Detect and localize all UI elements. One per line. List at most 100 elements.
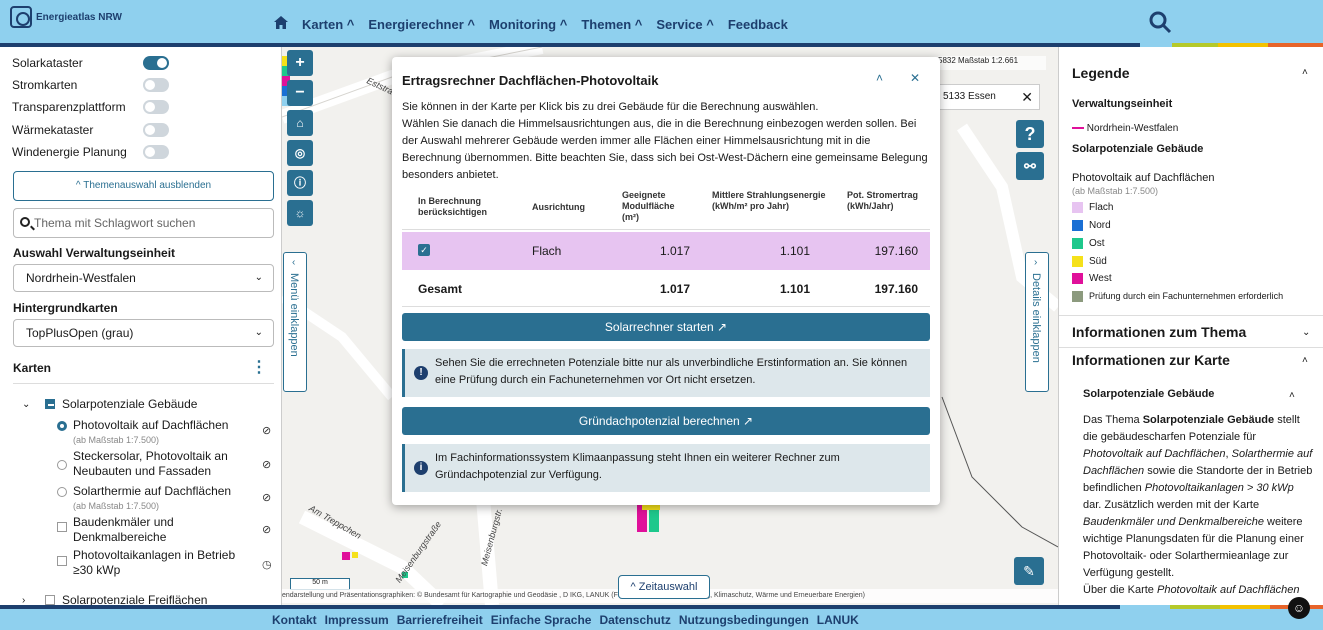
footer-link-barrierefreiheit[interactable]: Barrierefreiheit [397, 613, 483, 627]
nav-monitoring[interactable]: Monitoring ^ [489, 17, 567, 32]
background-map-value: TopPlusOpen (grau) [26, 326, 134, 340]
toggle-stromkarten[interactable] [143, 78, 169, 92]
theme-search-input[interactable]: Thema mit Schlagwort suchen [13, 208, 274, 238]
toggle-label: Solarkataster [12, 56, 83, 70]
accessibility-icon[interactable]: ☺ [1288, 597, 1310, 619]
chevron-up-icon[interactable]: ˄ [1289, 390, 1295, 401]
legend-label: Nordrhein-Westfalen [1086, 123, 1179, 134]
group-freiflaechen-label: Solarpotenziale Freiflächen [62, 593, 208, 605]
checkbox-pv-anlagen[interactable] [57, 556, 67, 566]
chevron-up-icon[interactable]: ˄ [1302, 67, 1308, 78]
visibility-off-icon[interactable]: ⊘ [262, 458, 271, 471]
total-ertrag: 197.160 [874, 282, 918, 296]
chevron-down-icon[interactable]: ⌄ [1302, 327, 1310, 338]
start-solar-calculator-button[interactable]: Solarrechner starten ↗ [402, 313, 930, 341]
collapse-details-tab[interactable]: › Details einklappen [1025, 252, 1049, 392]
radio-pv-roofs[interactable] [57, 421, 67, 431]
close-icon[interactable]: ✕ [1021, 85, 1033, 109]
toggle-windenergie[interactable] [143, 145, 169, 159]
info-topic-heading[interactable]: Informationen zum Thema [1072, 324, 1246, 340]
info-icon: i [414, 461, 428, 475]
close-icon[interactable]: ✕ [910, 71, 920, 85]
hide-themes-button[interactable]: ^ Themenauswahl ausblenden [13, 171, 274, 201]
background-maps-label: Hintergrundkarten [13, 301, 118, 315]
nrw-crest-icon [10, 6, 32, 28]
left-sidebar: Solarkataster Stromkarten Transparenzpla… [0, 47, 282, 605]
info-icon[interactable]: ⓘ [287, 170, 313, 196]
footer-links: Kontakt Impressum Barrierefreiheit Einfa… [272, 613, 859, 627]
chevron-up-icon[interactable]: ˄ [1302, 355, 1308, 366]
baudenkmaeler-label: Baudenkmäler und Denkmalbereiche [73, 515, 174, 544]
info-map-heading[interactable]: Informationen zur Karte [1072, 352, 1230, 368]
divider [1059, 315, 1323, 316]
visibility-off-icon[interactable]: ⊘ [262, 523, 271, 536]
right-sidebar: Legende ˄ Verwaltungseinheit Nordrhein-W… [1058, 47, 1323, 605]
toggle-transparenzplattform[interactable] [143, 100, 169, 114]
logo[interactable]: Energieatlas NRW [10, 6, 122, 28]
total-strahlung: 1.101 [779, 282, 810, 296]
visibility-off-icon[interactable]: ⊘ [262, 424, 271, 437]
admin-unit-select[interactable]: Nordrhein-Westfalen ⌄ [13, 264, 274, 292]
footer-link-impressum[interactable]: Impressum [325, 613, 389, 627]
visibility-off-icon[interactable]: ⊘ [262, 491, 271, 504]
button-label: Gründachpotenzial berechnen [578, 414, 740, 428]
measure-ruler-icon[interactable]: ✎ [1014, 557, 1044, 585]
radio-stecker[interactable] [57, 460, 67, 470]
external-link-icon: ↗ [743, 414, 754, 428]
checkmark-icon[interactable]: ✓ [418, 244, 430, 256]
footer-link-lanuk[interactable]: LANUK [817, 613, 859, 627]
search-icon [20, 217, 30, 227]
cell-ausrichtung: Flach [532, 244, 562, 258]
footer-link-datenschutz[interactable]: Datenschutz [599, 613, 670, 627]
chevron-down-icon: ⌄ [254, 272, 263, 283]
time-selection-button[interactable]: ^ Zeitauswahl [618, 575, 710, 599]
footer-link-einfache-sprache[interactable]: Einfache Sprache [491, 613, 592, 627]
locate-icon[interactable]: ◎ [287, 140, 313, 166]
toggle-solarkataster[interactable] [143, 56, 169, 70]
cell-flaeche: 1.017 [659, 244, 690, 258]
scale-note: (ab Maßstab 1:7.500) [1072, 186, 1159, 196]
group-checkbox-solar[interactable] [45, 399, 55, 409]
radio-solarthermie[interactable] [57, 487, 67, 497]
toggle-label: Windenergie Planung [12, 145, 127, 159]
group-checkbox-freiflaechen[interactable] [45, 595, 55, 605]
alert-icon: ! [414, 366, 428, 380]
toggle-row-stromkarten: Stromkarten [12, 75, 272, 95]
toggle-row-transparenz: Transparenzplattform [12, 97, 272, 117]
scale-note: (ab Maßstab 1:7.500) [73, 435, 160, 445]
col-header-flaeche: Geeignete Modulfläche (m²) [622, 190, 675, 222]
divider [402, 229, 930, 230]
nav-karten[interactable]: Karten ^ [302, 17, 354, 32]
nav-feedback[interactable]: Feedback [728, 17, 788, 32]
sun-icon[interactable]: ☼ [287, 200, 313, 226]
nav-energierechner[interactable]: Energierechner ^ [368, 17, 475, 32]
footer-link-nutzungsbedingungen[interactable]: Nutzungsbedingungen [679, 613, 809, 627]
help-button[interactable]: ? [1016, 120, 1044, 148]
collapse-icon[interactable]: ˄ [876, 71, 883, 85]
checkbox-baudenkmaeler[interactable] [57, 522, 67, 532]
legend-swatch [1072, 238, 1083, 249]
home-icon[interactable] [274, 16, 288, 32]
footer-link-kontakt[interactable]: Kontakt [272, 613, 317, 627]
pv-legend-title: Photovoltaik auf Dachflächen [1072, 172, 1215, 184]
green-roof-calculator-button[interactable]: Gründachpotenzial berechnen ↗ [402, 407, 930, 435]
home-view-button[interactable]: ⌂ [287, 110, 313, 136]
chevron-down-icon[interactable]: ⌄ [22, 397, 30, 412]
collapse-menu-tab[interactable]: ‹ Menü einklappen [283, 252, 307, 392]
toggle-waermekataster[interactable] [143, 123, 169, 137]
chevron-right-icon[interactable]: › [22, 593, 25, 605]
total-row: Gesamt 1.017 1.101 197.160 [402, 270, 930, 308]
address-search-field[interactable]: 5133 Essen ✕ [938, 84, 1040, 110]
zoom-out-button[interactable]: − [287, 80, 313, 106]
external-link-icon: ↗ [717, 320, 728, 334]
clock-icon[interactable]: ◷ [262, 558, 272, 571]
pv-roofs-item: Photovoltaik auf Dachflächen (ab Maßstab… [73, 418, 253, 448]
search-icon[interactable] [1148, 10, 1172, 34]
share-icon[interactable]: ⚯ [1016, 152, 1044, 180]
nav-themen[interactable]: Themen ^ [581, 17, 642, 32]
zoom-in-button[interactable]: + [287, 50, 313, 76]
coordinate-scale-readout: 5832 Maßstab 1:2.661 [938, 56, 1046, 70]
more-options-icon[interactable]: ⋮ [251, 357, 267, 377]
background-map-select[interactable]: TopPlusOpen (grau) ⌄ [13, 319, 274, 347]
nav-service[interactable]: Service ^ [656, 17, 713, 32]
